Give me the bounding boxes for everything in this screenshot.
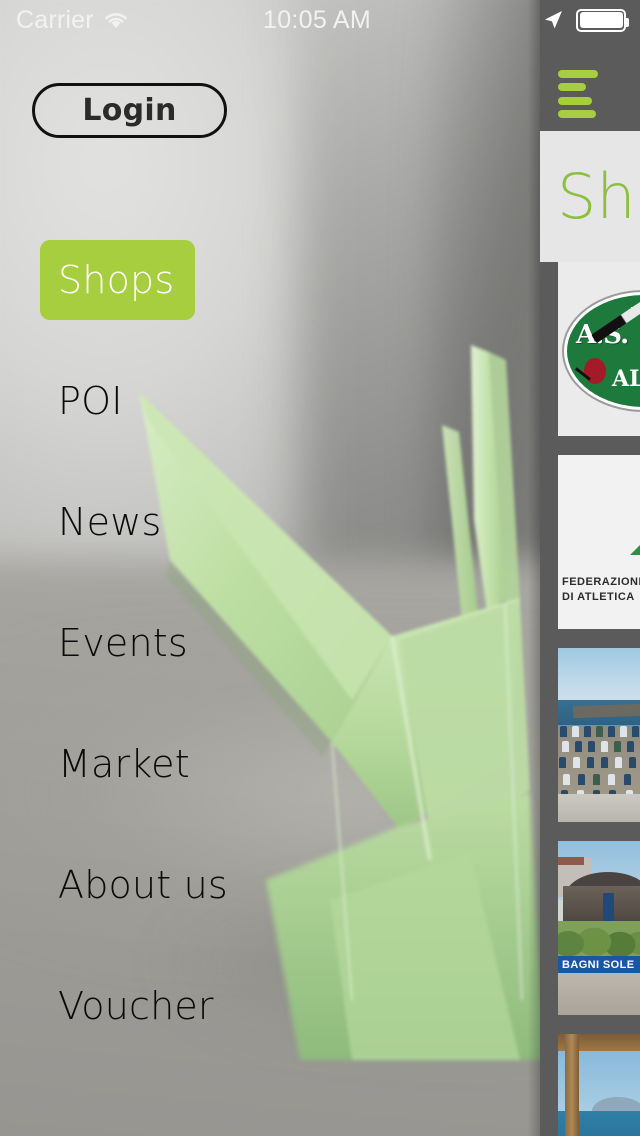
list-item[interactable] (558, 1034, 640, 1136)
menu-item-label: POI (58, 379, 123, 423)
hamburger-menu-icon[interactable] (558, 70, 622, 118)
side-drawer-menu: Login Shops POI News Events Market About… (0, 0, 540, 1136)
federation-logo-image: FEDERAZIONE DI ATLETICA (558, 455, 640, 629)
drawer-menu-list: Shops POI News Events Market About us Vo… (0, 240, 540, 1087)
menu-item-label: News (58, 500, 162, 544)
logo-text-al: AL (612, 366, 640, 392)
menu-item-news[interactable]: News (0, 482, 540, 562)
menu-item-shops[interactable]: Shops (40, 240, 195, 320)
menu-item-label: Events (58, 621, 188, 665)
menu-item-label: About us (58, 863, 228, 907)
status-bar-right (542, 0, 629, 40)
beach-umbrellas-image (558, 648, 640, 822)
login-button[interactable]: Login (32, 83, 227, 138)
login-button-label: Login (82, 93, 177, 128)
shops-list[interactable]: A.S. N AL (540, 262, 640, 1136)
menu-item-label: Voucher (58, 984, 214, 1028)
menu-item-market[interactable]: Market (0, 724, 540, 804)
menu-item-poi[interactable]: POI (0, 361, 540, 441)
content-panel[interactable]: Shops A.S. N AL (540, 0, 640, 1136)
page-title: Shops (557, 159, 640, 233)
bagni-sole-image: BAGNI SOLE (558, 841, 640, 1015)
federation-line-1: FEDERAZIONE (562, 576, 640, 588)
menu-item-label: Shops (58, 258, 175, 302)
list-item[interactable]: A.S. N AL (558, 262, 640, 436)
menu-item-voucher[interactable]: Voucher (0, 966, 540, 1046)
menu-item-label: Market (58, 742, 190, 786)
panel-title-bar: Shops (540, 131, 640, 262)
menu-item-events[interactable]: Events (0, 603, 540, 683)
list-item[interactable]: BAGNI SOLE (558, 841, 640, 1015)
status-bar: Carrier 10:05 AM (0, 0, 640, 40)
list-item[interactable]: FEDERAZIONE DI ATLETICA (558, 455, 640, 629)
sea-view-image (558, 1034, 640, 1136)
battery-full-icon (576, 8, 629, 32)
menu-item-about-us[interactable]: About us (0, 845, 540, 925)
location-arrow-icon (545, 11, 562, 29)
federation-line-2: DI ATLETICA (562, 591, 635, 603)
list-item[interactable] (558, 648, 640, 822)
asd-logo-image: A.S. N AL (558, 262, 640, 436)
bagni-sole-sign-text: BAGNI SOLE (562, 958, 635, 971)
app-screen: Login Shops POI News Events Market About… (0, 0, 640, 1136)
